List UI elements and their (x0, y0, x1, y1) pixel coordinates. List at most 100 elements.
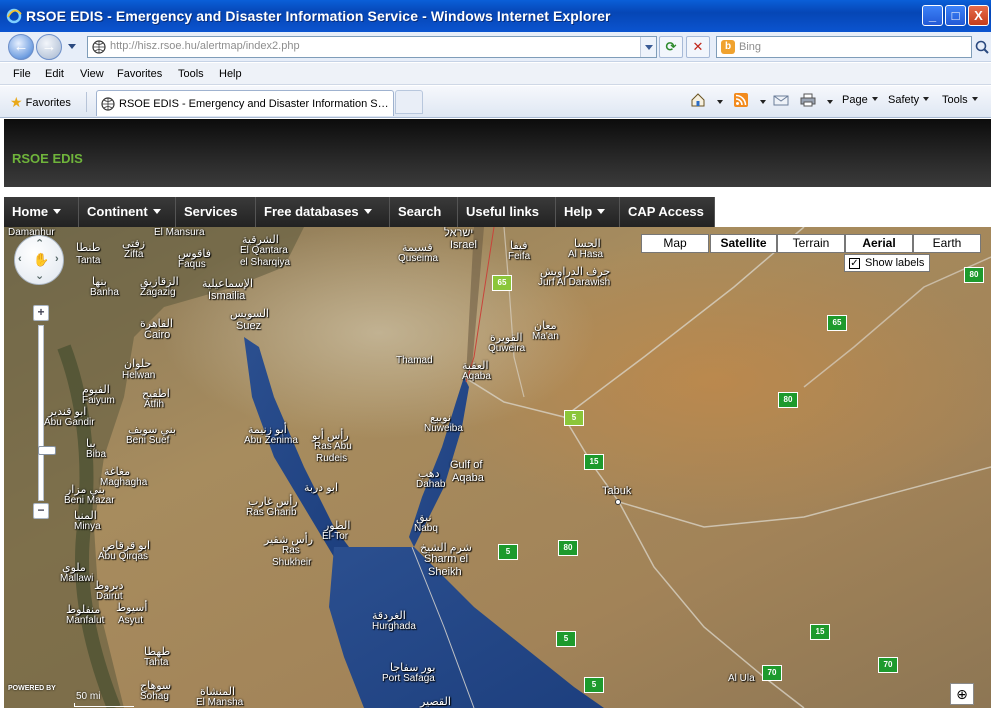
nav-search[interactable]: Search (390, 197, 458, 227)
maptype-map[interactable]: Map (641, 234, 709, 253)
browser-tab-active[interactable]: RSOE EDIS - Emergency and Disaster Infor… (96, 90, 394, 116)
chevron-down-icon (152, 209, 161, 214)
close-window-button[interactable]: X (968, 5, 989, 26)
zoom-slider-handle[interactable] (38, 446, 56, 455)
site-nav: Home Continent Services Free databases S… (4, 197, 991, 227)
map-label: السويس (230, 308, 269, 320)
new-tab-button[interactable] (395, 90, 423, 114)
window-titlebar[interactable]: RSOE EDIS - Emergency and Disaster Infor… (0, 0, 991, 32)
nav-search-label: Search (398, 204, 442, 219)
address-dropdown-button[interactable] (640, 37, 656, 57)
home-icon[interactable] (690, 92, 706, 108)
favorites-bar: ★ Favorites RSOE EDIS - Emergency and Di… (0, 86, 991, 118)
road-shield: 5 (564, 410, 584, 426)
map-label: Manfalut (66, 615, 105, 626)
maptype-aerial[interactable]: Aerial (845, 234, 913, 253)
search-icon[interactable] (973, 36, 991, 58)
nav-home[interactable]: Home (4, 197, 79, 227)
maximize-button[interactable]: □ (945, 5, 966, 26)
menu-bar: File Edit View Favorites Tools Help (0, 63, 991, 85)
minimize-button[interactable]: _ (922, 5, 943, 26)
address-input[interactable]: http://hisz.rsoe.hu/alertmap/index2.php (87, 36, 657, 58)
map-label: ابو دربة (304, 482, 339, 494)
map-label: Nuweiba (424, 423, 463, 434)
forward-button[interactable]: → (36, 34, 62, 60)
map-label: Cairo (144, 329, 171, 341)
maptype-earth[interactable]: Earth (913, 234, 981, 253)
refresh-button[interactable]: ⟳ (659, 36, 683, 58)
nav-useful-links[interactable]: Useful links (458, 197, 556, 227)
recent-pages-dropdown-icon[interactable] (68, 44, 76, 49)
favorites-star-icon: ★ (10, 94, 23, 110)
pan-right-icon[interactable]: › (55, 253, 59, 265)
map-label: Aqaba (462, 371, 491, 382)
safety-menu[interactable]: Safety (888, 94, 930, 106)
map-scale-bar (74, 703, 134, 707)
show-labels-checkbox[interactable]: ✓ (849, 258, 860, 269)
stop-button[interactable]: ✕ (686, 36, 710, 58)
menu-tools[interactable]: Tools (178, 68, 204, 80)
pan-up-icon[interactable]: ⌃ (35, 237, 44, 250)
print-dropdown-icon[interactable] (827, 100, 833, 104)
map-label: Rudeis (316, 453, 348, 464)
toolbar-separator (86, 92, 87, 112)
map-label: El Mansha (196, 697, 244, 708)
map-label: Sheikh (428, 566, 462, 578)
nav-cap-access[interactable]: CAP Access (620, 197, 715, 227)
nav-continent[interactable]: Continent (79, 197, 176, 227)
show-labels-toggle[interactable]: ✓ Show labels (844, 254, 930, 272)
rss-feed-icon[interactable] (733, 92, 749, 108)
menu-edit[interactable]: Edit (45, 68, 64, 80)
road-shield: 5 (584, 677, 604, 693)
search-input[interactable]: b Bing (716, 36, 972, 58)
tools-menu[interactable]: Tools (942, 94, 978, 106)
menu-help[interactable]: Help (219, 68, 242, 80)
read-mail-icon[interactable] (773, 92, 789, 108)
site-brand[interactable]: RSOE EDIS (12, 151, 83, 166)
header-gap (4, 187, 991, 197)
alert-map[interactable]: Damanhur El Mansura طنطا Tanta زفتى Zift… (4, 227, 991, 708)
pan-down-icon[interactable]: ⌄ (35, 269, 44, 282)
nav-help[interactable]: Help (556, 197, 620, 227)
pan-control[interactable]: ⌃ ⌄ ‹ › ✋ (14, 235, 64, 285)
menu-view[interactable]: View (80, 68, 104, 80)
safety-menu-label: Safety (888, 94, 920, 106)
map-label: طنطا (76, 242, 101, 254)
page-dropdown-icon (871, 97, 878, 101)
home-dropdown-icon[interactable] (717, 100, 723, 104)
map-label: Ma'an (532, 331, 559, 342)
hand-icon[interactable]: ✋ (33, 252, 49, 268)
map-label: Jurf Al Darawish (538, 277, 611, 288)
map-label: Ras Gharib (246, 507, 297, 518)
pan-left-icon[interactable]: ‹ (18, 253, 22, 265)
print-icon[interactable] (800, 92, 816, 108)
map-label: Beni Mazar (64, 495, 115, 506)
tools-dropdown-icon (971, 97, 978, 101)
magnify-icon[interactable]: ⊕ (950, 683, 974, 705)
favorites-button[interactable]: ★ Favorites (10, 94, 71, 111)
feeds-dropdown-icon[interactable] (760, 100, 766, 104)
menu-file[interactable]: File (13, 68, 31, 80)
back-button[interactable]: ← (8, 34, 34, 60)
map-label: Abu Qirqas (98, 551, 149, 562)
map-label: Biba (86, 449, 107, 460)
maptype-terrain[interactable]: Terrain (777, 234, 845, 253)
zoom-in-button[interactable]: + (33, 305, 49, 321)
nav-filler (715, 197, 991, 227)
nav-services[interactable]: Services (176, 197, 256, 227)
road-shield: 70 (762, 665, 782, 681)
map-scale-label: 50 mi (76, 691, 101, 702)
maptype-satellite[interactable]: Satellite (710, 234, 777, 253)
tab-title: RSOE EDIS - Emergency and Disaster Infor… (119, 98, 389, 110)
map-label: Shukheir (272, 557, 312, 568)
map-label: Dahab (416, 479, 446, 490)
page-menu[interactable]: Page (842, 94, 878, 106)
show-labels-label: Show labels (865, 257, 925, 269)
map-label: El Qantara (240, 245, 288, 256)
zoom-out-button[interactable]: − (33, 503, 49, 519)
nav-free-databases[interactable]: Free databases (256, 197, 390, 227)
zoom-slider-track[interactable] (38, 325, 56, 501)
nav-cap-access-label: CAP Access (628, 204, 704, 219)
map-label: Quseima (398, 253, 439, 264)
menu-favorites[interactable]: Favorites (117, 68, 162, 80)
